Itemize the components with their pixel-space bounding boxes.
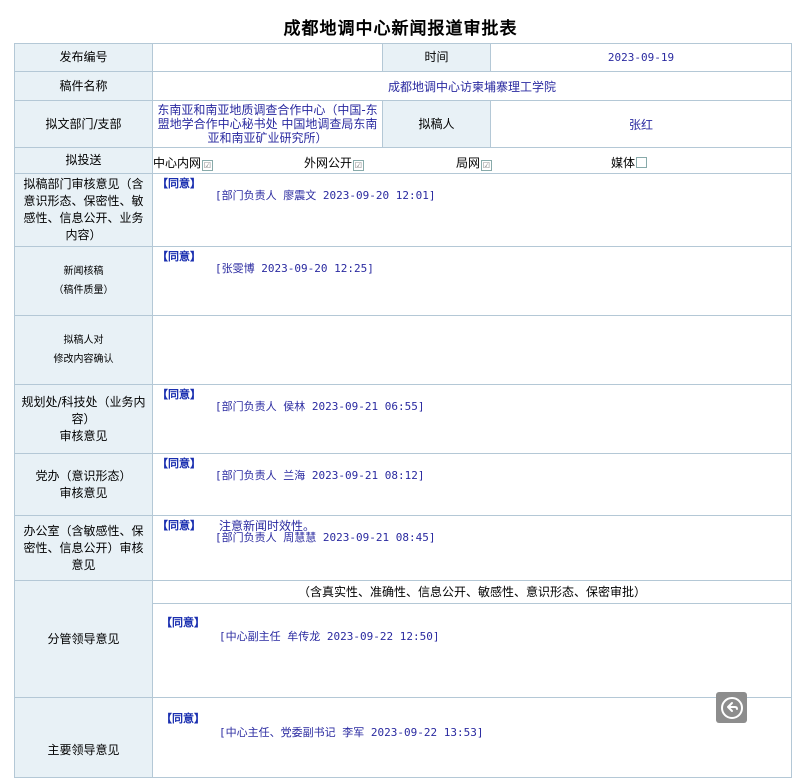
drafter-label: 拟稿人 xyxy=(382,100,491,148)
return-arrow-icon xyxy=(720,696,743,719)
main-leader-agree: 【同意】 xyxy=(161,712,205,725)
send-option-media: 媒体 xyxy=(611,154,648,171)
send-option-intranet-label: 中心内网 xyxy=(153,155,202,170)
public-checkbox[interactable]: ☑ xyxy=(353,159,365,171)
return-button[interactable] xyxy=(716,692,747,723)
send-option-media-label: 媒体 xyxy=(611,155,636,170)
send-target-options: 中心内网 ☑ 外网公开 ☑ 局网 ☑ 媒体 xyxy=(152,147,792,174)
dept-opinion-label: 拟稿部门审核意见（含意识形态、保密性、敏感性、信息公开、业务内容） xyxy=(14,173,153,247)
dept-opinion-sign: [部门负责人 廖震文 2023-09-20 12:01] xyxy=(215,189,436,202)
leader-opinion-agree: 【同意】 xyxy=(161,616,205,629)
send-option-public: 外网公开 ☑ xyxy=(304,154,365,171)
news-review-label-line2: （稿件质量） xyxy=(53,285,114,296)
drafter-confirm-cell xyxy=(152,315,792,385)
drafter-confirm-label-line2: 修改内容确认 xyxy=(53,354,114,365)
leader-opinion-header: （含真实性、准确性、信息公开、敏感性、意识形态、保密审批） xyxy=(153,581,791,604)
leader-opinion-label: 分管领导意见 xyxy=(14,580,153,698)
news-review-label-line1: 新闻核稿 xyxy=(63,266,104,277)
manuscript-name-value: 成都地调中心访柬埔寨理工学院 xyxy=(152,71,792,101)
news-review-agree: 【同意】 xyxy=(157,250,201,263)
news-review-sign: [张雯博 2023-09-20 12:25] xyxy=(215,262,374,275)
draft-dept-value: 东南亚和南亚地质调查合作中心（中国-东盟地学合作中心秘书处 中国地调查局东南亚和… xyxy=(152,100,383,148)
planning-opinion-label-line2: 审核意见 xyxy=(59,428,108,443)
dept-opinion-agree: 【同意】 xyxy=(157,177,201,190)
party-office-sign: [部门负责人 兰海 2023-09-21 08:12] xyxy=(215,469,425,482)
media-checkbox[interactable] xyxy=(636,156,648,168)
office-opinion-label: 办公室（含敏感性、保密性、信息公开）审核意见 xyxy=(14,515,153,581)
planning-opinion-sign: [部门负责人 侯林 2023-09-21 06:55] xyxy=(215,400,425,413)
office-opinion-sign: [部门负责人 周慧慧 2023-09-21 08:45] xyxy=(215,531,436,544)
party-office-cell: 【同意】 [部门负责人 兰海 2023-09-21 08:12] xyxy=(152,453,792,516)
planning-opinion-cell: 【同意】 [部门负责人 侯林 2023-09-21 06:55] xyxy=(152,384,792,454)
draft-dept-label: 拟文部门/支部 xyxy=(14,100,153,148)
planning-opinion-agree: 【同意】 xyxy=(157,388,201,401)
drafter-value: 张红 xyxy=(490,100,792,148)
party-office-label: 党办（意识形态） 审核意见 xyxy=(14,453,153,516)
main-leader-sign: [中心主任、党委副书记 李军 2023-09-22 13:53] xyxy=(219,726,484,739)
send-option-public-label: 外网公开 xyxy=(304,155,353,170)
party-office-label-line2: 审核意见 xyxy=(59,485,108,500)
drafter-confirm-label: 拟稿人对 修改内容确认 xyxy=(14,315,153,385)
send-option-bureau: 局网 ☑ xyxy=(456,154,493,171)
planning-opinion-label-line1: 规划处/科技处（业务内容） xyxy=(21,394,146,426)
manuscript-name-label: 稿件名称 xyxy=(14,71,153,101)
bureau-checkbox[interactable]: ☑ xyxy=(481,159,493,171)
leader-opinion-sign: [中心副主任 牟传龙 2023-09-22 12:50] xyxy=(219,630,440,643)
send-option-bureau-label: 局网 xyxy=(456,155,481,170)
drafter-confirm-label-line1: 拟稿人对 xyxy=(63,335,104,346)
leader-opinion-cell: （含真实性、准确性、信息公开、敏感性、意识形态、保密审批） 【同意】 [中心副主… xyxy=(152,580,792,698)
party-office-agree: 【同意】 xyxy=(157,457,201,470)
time-value: 2023-09-19 xyxy=(490,43,792,72)
time-label: 时间 xyxy=(382,43,491,72)
page-title: 成都地调中心新闻报道审批表 xyxy=(283,19,518,39)
office-opinion-cell: 【同意】 注意新闻时效性。 [部门负责人 周慧慧 2023-09-21 08:4… xyxy=(152,515,792,581)
intranet-checkbox[interactable]: ☑ xyxy=(202,159,214,171)
planning-opinion-label: 规划处/科技处（业务内容） 审核意见 xyxy=(14,384,153,454)
office-opinion-agree: 【同意】 xyxy=(157,519,201,532)
party-office-label-line1: 党办（意识形态） xyxy=(35,468,132,483)
dept-opinion-cell: 【同意】 [部门负责人 廖震文 2023-09-20 12:01] xyxy=(152,173,792,247)
publish-number-label: 发布编号 xyxy=(14,43,153,72)
publish-number-value xyxy=(152,43,383,72)
send-target-label: 拟投送 xyxy=(14,147,153,174)
approval-form: 发布编号 时间 2023-09-19 稿件名称 成都地调中心访柬埔寨理工学院 拟… xyxy=(14,43,792,778)
news-review-cell: 【同意】 [张雯博 2023-09-20 12:25] xyxy=(152,246,792,316)
send-option-intranet: 中心内网 ☑ xyxy=(153,154,214,171)
news-review-label: 新闻核稿 （稿件质量） xyxy=(14,246,153,316)
